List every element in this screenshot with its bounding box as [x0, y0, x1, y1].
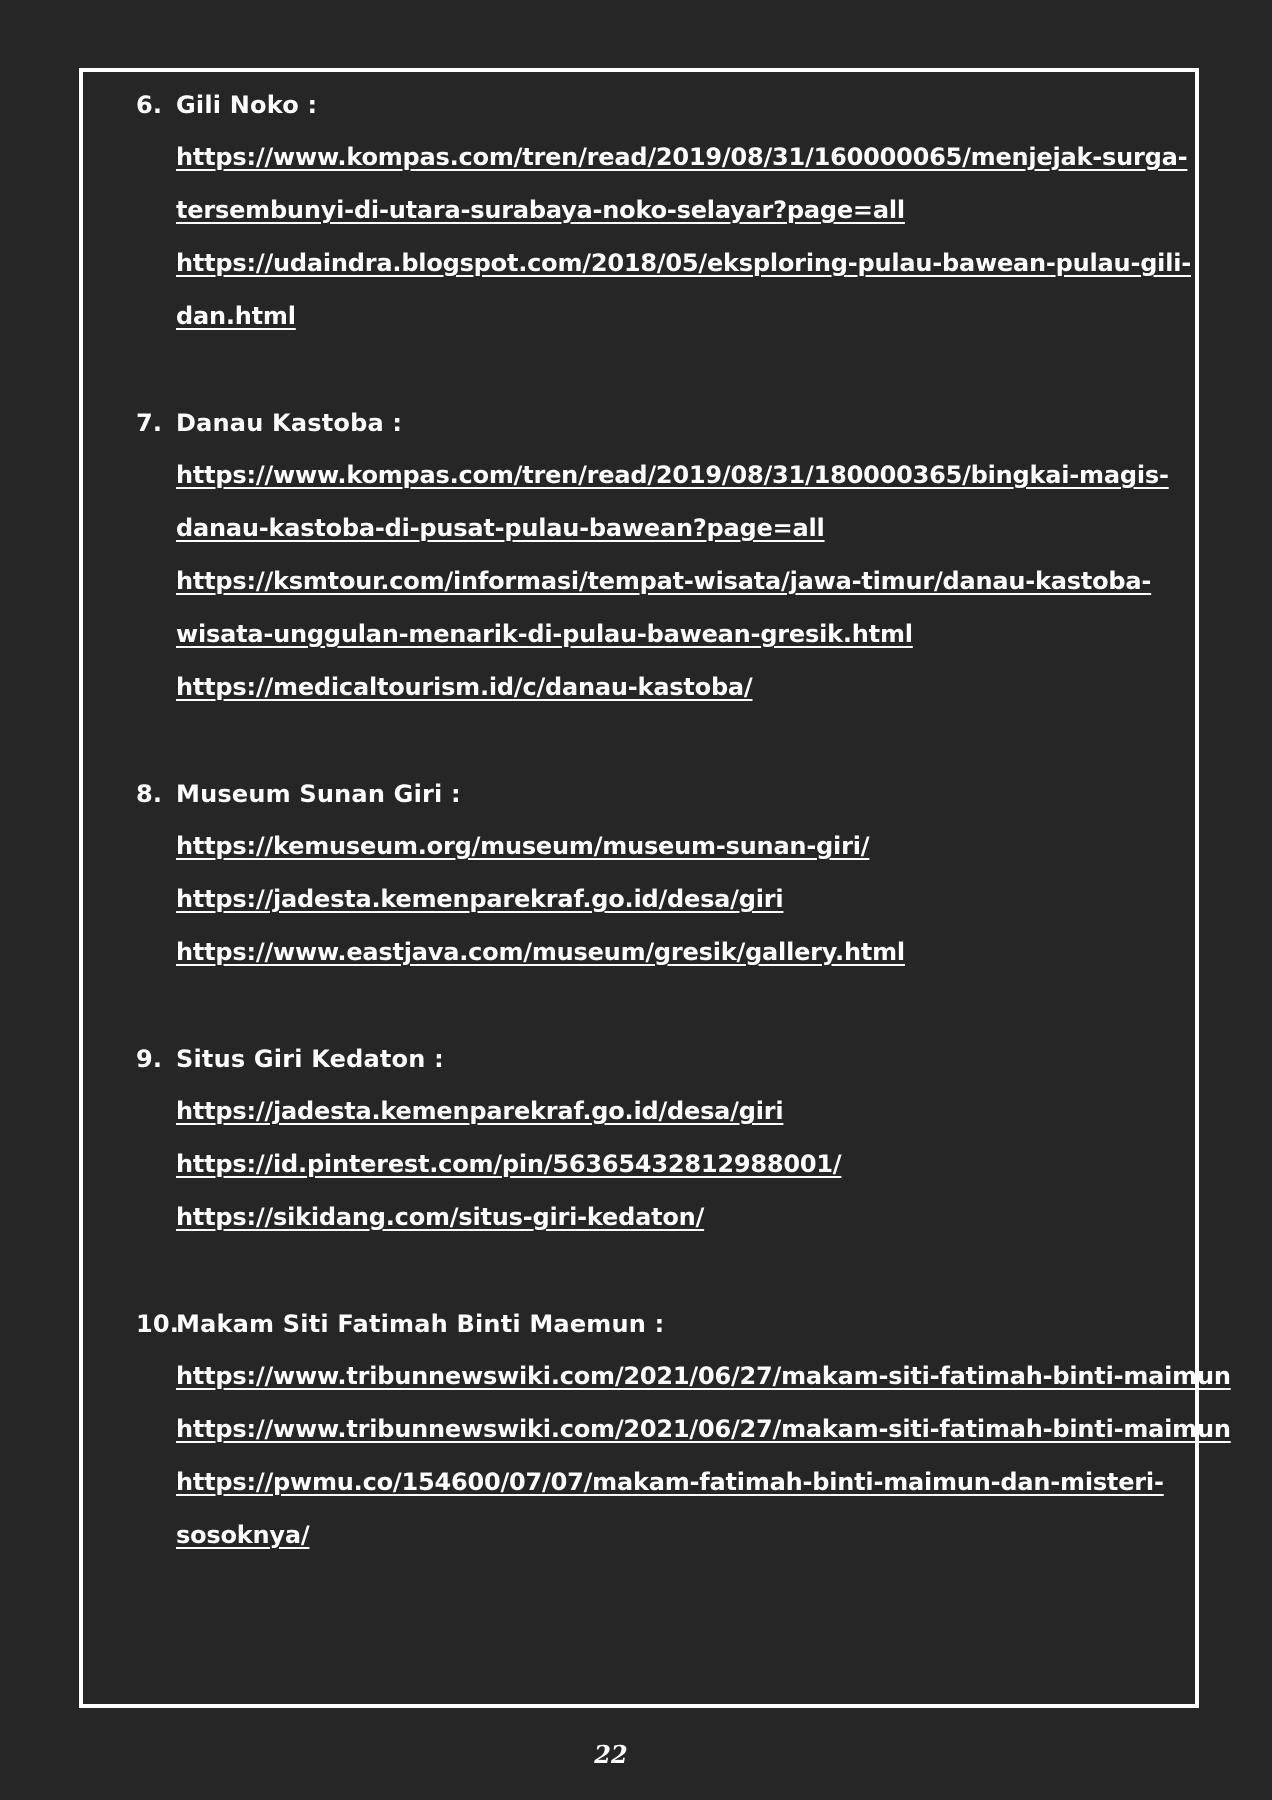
reference-link-text: https://sikidang.com/situs-giri-kedaton/ [176, 1203, 705, 1231]
entry-title: Gili Noko : [176, 90, 318, 119]
entry-heading: 10. Makam Siti Fatimah Binti Maemun : [136, 1297, 1186, 1350]
reference-link[interactable]: https://pwmu.co/154600/07/07/makam-fatim… [176, 1456, 1186, 1562]
reference-entry: 9. Situs Giri Kedaton : https://jadesta.ke… [136, 1032, 1186, 1244]
reference-link-text: https://www.tribunnewswiki.com/2021/06/2… [176, 1362, 1231, 1390]
reference-link-text: https://www.kompas.com/tren/read/2019/08… [176, 461, 1169, 489]
reference-link-text: https://www.kompas.com/tren/read/2019/08… [176, 143, 1188, 171]
reference-link[interactable]: https://www.tribunnewswiki.com/2021/06/2… [176, 1350, 1231, 1403]
reference-link[interactable]: https://www.kompas.com/tren/read/2019/08… [176, 449, 1186, 555]
entry-heading: 9. Situs Giri Kedaton : [136, 1032, 1186, 1085]
reference-link[interactable]: https://medicaltourism.id/c/danau-kastob… [176, 661, 1186, 714]
entry-title: Makam Siti Fatimah Binti Maemun : [176, 1309, 665, 1338]
reference-entry: 6. Gili Noko : https://www.kompas.com/tren… [136, 78, 1192, 343]
reference-link-text: https://www.eastjava.com/museum/gresik/g… [176, 938, 905, 966]
reference-link-text: https://www.tribunnewswiki.com/2021/06/2… [176, 1415, 1231, 1443]
reference-link[interactable]: https://udaindra.blogspot.com/2018/05/ek… [176, 237, 1192, 343]
reference-link[interactable]: https://kemuseum.org/museum/museum-sunan… [176, 820, 1186, 873]
reference-link-text: dan.html [176, 302, 296, 330]
reference-link-text: wisata-unggulan-menarik-di-pulau-bawean-… [176, 620, 913, 648]
entry-number: 8. [136, 779, 163, 808]
reference-link-text: https://pwmu.co/154600/07/07/makam-fatim… [176, 1468, 1164, 1496]
entry-title: Situs Giri Kedaton : [176, 1044, 444, 1073]
entry-number: 7. [136, 408, 163, 437]
entry-links: https://www.tribunnewswiki.com/2021/06/2… [136, 1350, 1231, 1562]
reference-entry: 8. Museum Sunan Giri : https://kemuseum.or… [136, 767, 1186, 979]
reference-link[interactable]: https://www.tribunnewswiki.com/2021/06/2… [176, 1403, 1231, 1456]
reference-link-text: https://kemuseum.org/museum/museum-sunan… [176, 832, 870, 860]
reference-link[interactable]: https://jadesta.kemenparekraf.go.id/desa… [176, 873, 1186, 926]
reference-entry: 10. Makam Siti Fatimah Binti Maemun : http… [136, 1297, 1231, 1562]
reference-link[interactable]: https://jadesta.kemenparekraf.go.id/desa… [176, 1085, 1186, 1138]
reference-entry: 7. Danau Kastoba : https://www.kompas.com/… [136, 396, 1186, 714]
reference-link-text: https://id.pinterest.com/pin/56365432812… [176, 1150, 842, 1178]
entry-heading: 7. Danau Kastoba : [136, 396, 1186, 449]
reference-link-text: tersembunyi-di-utara-surabaya-noko-selay… [176, 196, 905, 224]
reference-link-text: https://jadesta.kemenparekraf.go.id/desa… [176, 885, 784, 913]
reference-link-text: sosoknya/ [176, 1521, 310, 1549]
entry-title: Danau Kastoba : [176, 408, 403, 437]
reference-list: 6. Gili Noko : https://www.kompas.com/tren… [136, 78, 1231, 1615]
reference-link-text: danau-kastoba-di-pusat-pulau-bawean?page… [176, 514, 825, 542]
entry-links: https://jadesta.kemenparekraf.go.id/desa… [136, 1085, 1186, 1244]
reference-link-text: https://jadesta.kemenparekraf.go.id/desa… [176, 1097, 784, 1125]
entry-links: https://www.kompas.com/tren/read/2019/08… [136, 449, 1186, 714]
entry-number: 6. [136, 90, 163, 119]
reference-link[interactable]: https://sikidang.com/situs-giri-kedaton/ [176, 1191, 1186, 1244]
entry-number: 10. [136, 1309, 180, 1338]
entry-links: https://kemuseum.org/museum/museum-sunan… [136, 820, 1186, 979]
reference-link-text: https://medicaltourism.id/c/danau-kastob… [176, 673, 753, 701]
reference-link[interactable]: https://www.kompas.com/tren/read/2019/08… [176, 131, 1188, 237]
entry-heading: 8. Museum Sunan Giri : [136, 767, 1186, 820]
entry-links: https://www.kompas.com/tren/read/2019/08… [136, 131, 1192, 343]
reference-link-text: https://ksmtour.com/informasi/tempat-wis… [176, 567, 1152, 595]
reference-link-text: https://udaindra.blogspot.com/2018/05/ek… [176, 249, 1192, 277]
entry-title: Museum Sunan Giri : [176, 779, 461, 808]
reference-link[interactable]: https://www.eastjava.com/museum/gresik/g… [176, 926, 1186, 979]
entry-heading: 6. Gili Noko : [136, 78, 1186, 131]
reference-link[interactable]: https://id.pinterest.com/pin/56365432812… [176, 1138, 1186, 1191]
entry-number: 9. [136, 1044, 163, 1073]
reference-link[interactable]: https://ksmtour.com/informasi/tempat-wis… [176, 555, 1186, 661]
page-number: 22 [594, 1740, 628, 1769]
